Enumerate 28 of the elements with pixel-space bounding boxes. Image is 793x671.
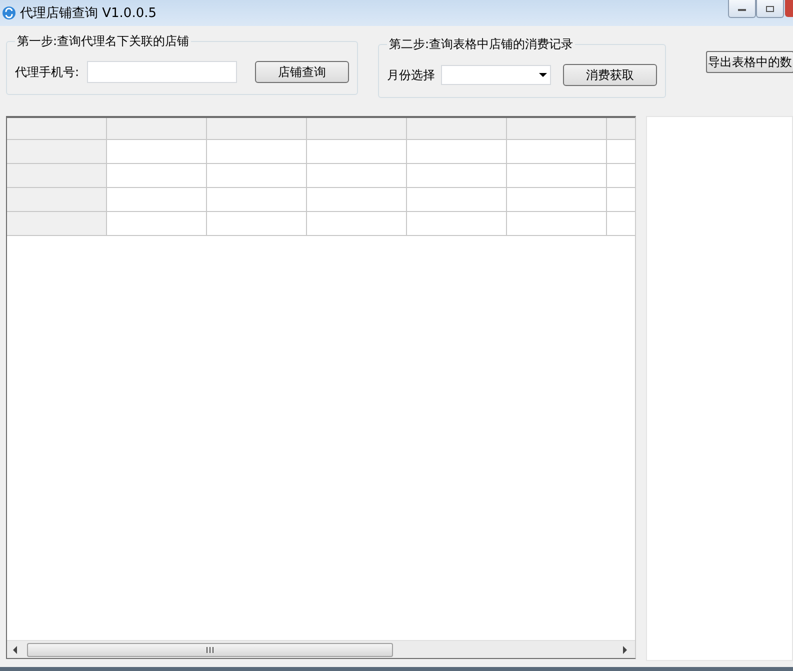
export-button[interactable]: 导出表格中的数 (706, 51, 793, 73)
scroll-left-icon (13, 646, 19, 654)
shop-query-button[interactable]: 店铺查询 (255, 61, 350, 83)
fetch-consumption-button[interactable]: 消费获取 (563, 64, 658, 86)
column-header[interactable] (107, 118, 207, 140)
maximize-icon (765, 4, 775, 12)
column-header[interactable] (207, 118, 307, 140)
row-header[interactable] (7, 164, 107, 188)
scroll-thumb[interactable] (27, 642, 393, 656)
column-header[interactable] (307, 118, 407, 140)
caret-icon (539, 72, 548, 78)
group-title: 第一步:查询代理名下关联的店铺 (16, 33, 190, 50)
window-title: 代理店铺查询 V1.0.0.5 (20, 5, 157, 22)
row-header[interactable] (7, 140, 107, 164)
column-header[interactable] (407, 118, 507, 140)
phone-label: 代理手机号: (15, 64, 80, 80)
minimize-button[interactable] (728, 0, 756, 18)
month-dropdown[interactable] (441, 65, 552, 85)
row-header[interactable] (7, 188, 107, 212)
group-title: 第二步:查询表格中店铺的消费记录 (388, 36, 574, 53)
maximize-button[interactable] (756, 0, 784, 18)
scroll-right-icon (623, 646, 629, 654)
column-header[interactable] (507, 118, 607, 140)
horizontal-scrollbar[interactable] (7, 640, 635, 658)
row-header[interactable] (7, 212, 107, 236)
phone-input[interactable] (87, 61, 238, 83)
app-icon (2, 6, 16, 20)
month-label: 月份选择 (387, 66, 436, 84)
